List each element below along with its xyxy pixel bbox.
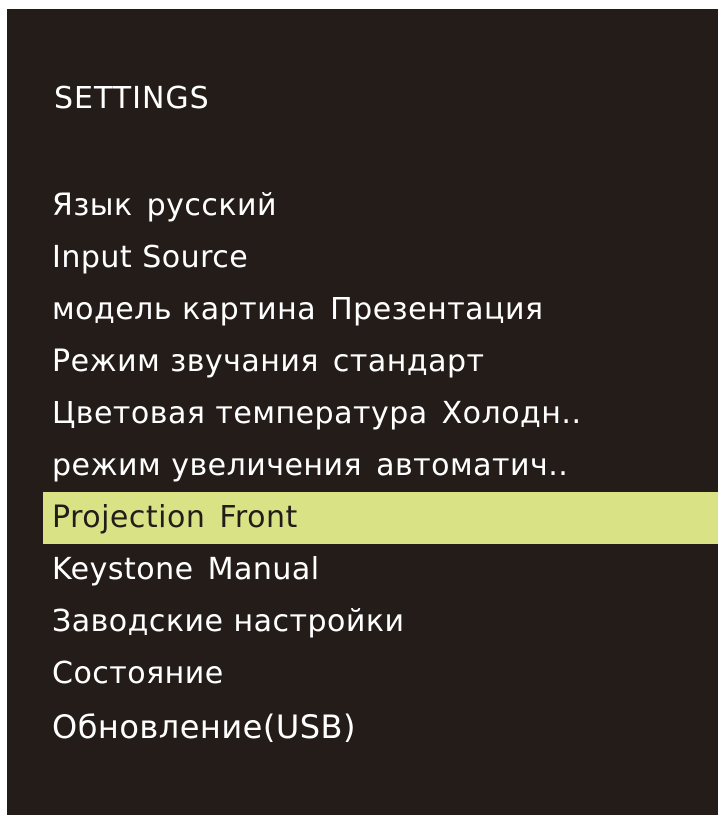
menu-item-label: Input Source — [52, 240, 249, 275]
menu-item-value: Холодн.. — [441, 396, 582, 431]
menu-item-value: Презентация — [330, 292, 544, 327]
menu-item-usb-update[interactable]: Обновление(USB) — [7, 700, 718, 754]
menu-item-factory-reset[interactable]: Заводские настройки — [7, 596, 718, 648]
menu-item-picture-mode[interactable]: модель картина Презентация — [7, 284, 718, 336]
menu-item-color-temperature[interactable]: Цветовая температура Холодн.. — [7, 388, 718, 440]
menu-item-label: Заводские настройки — [52, 604, 405, 639]
menu-item-value: русский — [146, 188, 278, 223]
menu-item-projection[interactable]: Projection Front — [43, 492, 718, 544]
menu-item-label: Цветовая температура — [52, 396, 428, 431]
menu-item-language[interactable]: Язык русский — [7, 180, 718, 232]
menu-item-label: модель картина — [52, 292, 317, 327]
menu-item-status[interactable]: Состояние — [7, 648, 718, 700]
menu-item-label: Projection — [52, 500, 206, 535]
menu-item-label: Состояние — [52, 656, 224, 691]
menu-item-label: Режим звучания — [52, 344, 319, 379]
menu-item-sound-mode[interactable]: Режим звучания стандарт — [7, 336, 718, 388]
menu-item-label: режим увеличения — [52, 448, 363, 483]
settings-menu: Язык русский Input Source модель картина П… — [7, 180, 718, 754]
menu-item-value: Front — [219, 500, 298, 535]
menu-item-input-source[interactable]: Input Source — [7, 232, 718, 284]
menu-item-label: Язык — [52, 188, 133, 223]
menu-item-value: стандарт — [332, 344, 485, 379]
menu-item-value: автоматич.. — [376, 448, 569, 483]
menu-item-value: Manual — [207, 552, 320, 587]
menu-item-label: Обновление(USB) — [52, 708, 356, 746]
page-title: SETTINGS — [54, 81, 210, 116]
menu-item-label: Keystone — [52, 552, 194, 587]
menu-item-zoom-mode[interactable]: режим увеличения автоматич.. — [7, 440, 718, 492]
settings-osd-panel: SETTINGS Язык русский Input Source модель… — [7, 9, 718, 815]
menu-item-keystone[interactable]: Keystone Manual — [7, 544, 718, 596]
